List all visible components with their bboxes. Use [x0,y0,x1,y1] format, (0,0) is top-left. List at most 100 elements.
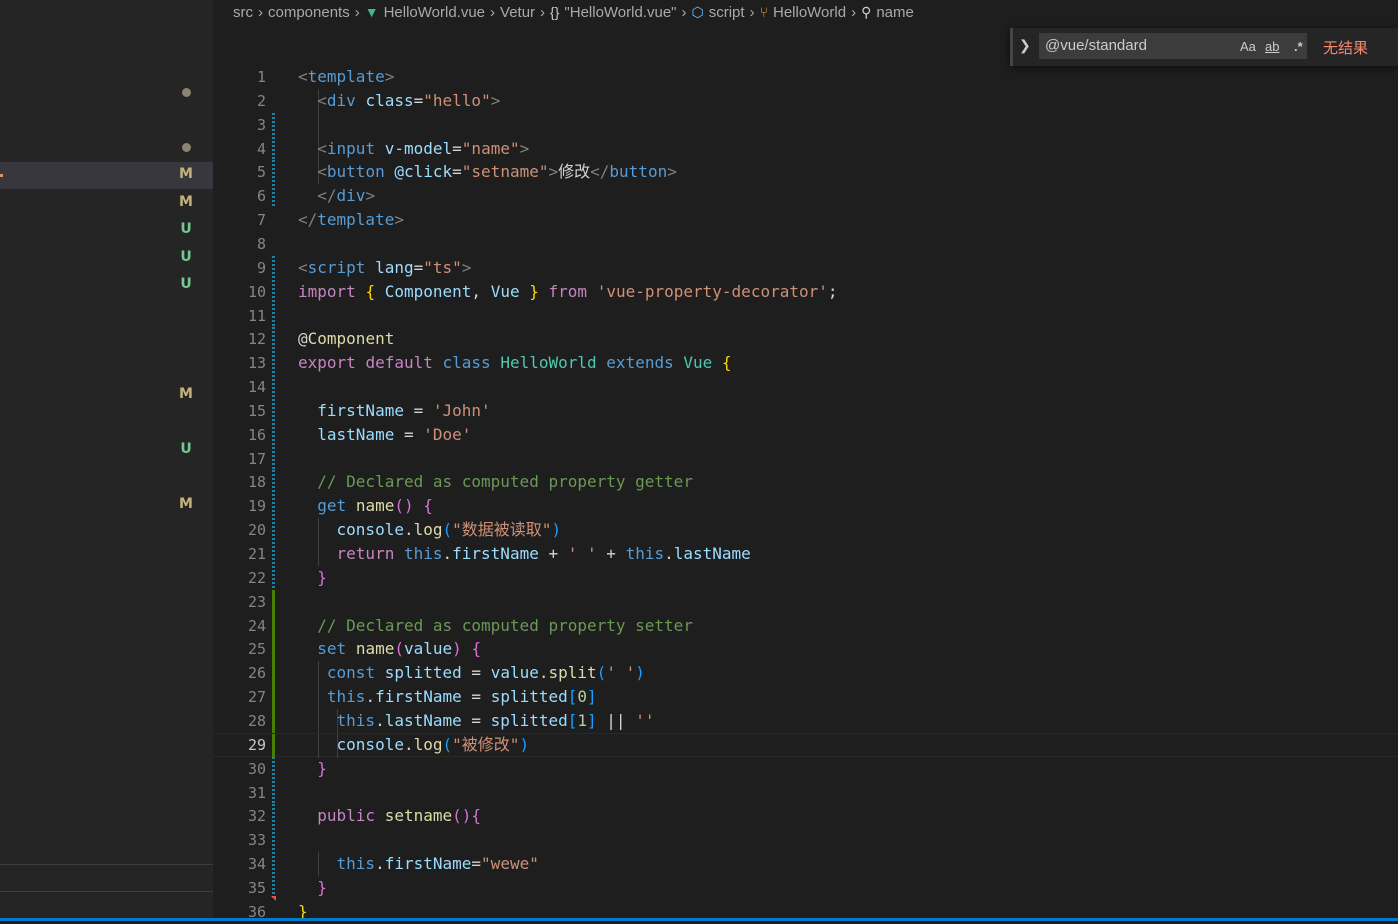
git-modified-indicator[interactable] [272,566,275,590]
git-added-indicator[interactable] [272,590,275,614]
code-line[interactable]: 5 <button @click="setname">修改</button> [213,160,1398,184]
git-added-indicator[interactable] [272,614,275,638]
code-line[interactable]: 3 [213,113,1398,137]
git-added-indicator[interactable] [272,734,275,758]
git-modified-indicator[interactable] [272,184,275,208]
code-token: < [298,258,308,277]
code-line[interactable]: 12 @Component [213,327,1398,351]
line-number: 26 [247,664,266,682]
git-added-indicator[interactable] [272,637,275,661]
code-line[interactable]: 23 [213,590,1398,614]
git-modified-indicator[interactable] [272,137,275,161]
code-line[interactable]: 22 } [213,566,1398,590]
regex-icon[interactable]: .* [1294,39,1303,54]
breadcrumb-label: src [233,3,253,21]
git-added-indicator[interactable] [272,685,275,709]
git-modified-indicator[interactable] [272,304,275,328]
code-line[interactable]: 30 } [213,757,1398,781]
breadcrumb-item[interactable]: ▼ HelloWorld.vue [365,4,485,21]
code-line[interactable]: 21 return this.firstName + ' ' + this.la… [213,542,1398,566]
toggle-replace-chevron-icon[interactable]: ❯ [1019,37,1031,54]
code-token: > [365,186,376,205]
git-modified-indicator[interactable] [272,494,275,518]
git-modified-indicator[interactable] [272,375,275,399]
breadcrumb-item[interactable]: ⑂ HelloWorld [760,4,847,21]
git-modified-indicator[interactable] [272,423,275,447]
code-token: ] [587,687,597,706]
code-line[interactable]: 18 // Declared as computed property gett… [213,470,1398,494]
sidebar-status-dot [182,143,191,152]
code-line[interactable]: 28 this.lastName = splitted[1] || '' [213,709,1398,733]
code-line[interactable]: 17 [213,447,1398,471]
git-modified-indicator[interactable] [272,804,275,828]
code-token: "name" [461,139,520,158]
code-line[interactable]: 19 get name() { [213,494,1398,518]
git-modified-indicator[interactable] [272,828,275,852]
code-line[interactable]: 15 firstName = 'John' [213,399,1398,423]
git-modified-indicator[interactable] [272,399,275,423]
git-modified-indicator[interactable] [272,280,275,304]
git-modified-indicator[interactable] [272,542,275,566]
code-line[interactable]: 11 [213,304,1398,328]
code-line[interactable]: 34 this.firstName="wewe" [213,852,1398,876]
git-modified-indicator[interactable] [272,447,275,471]
code-line[interactable]: 16 lastName = 'Doe' [213,423,1398,447]
code-line[interactable]: 25 set name(value) { [213,637,1398,661]
breadcrumb-item[interactable]: {} "HelloWorld.vue" [550,4,676,21]
git-modified-indicator[interactable] [272,518,275,542]
breadcrumb-item[interactable]: Vetur [500,4,535,21]
code-line[interactable]: 26 const splitted = value.split(' ') [213,661,1398,685]
code-text: console.log("数据被读取") [298,518,562,542]
code-line[interactable]: 29 console.log("被修改") [213,733,1398,758]
code-line[interactable]: 33 [213,828,1398,852]
git-deleted-indicator[interactable] [271,896,276,901]
code-line[interactable]: 6 </div> [213,184,1398,208]
code-text: console.log("被修改") [298,733,530,757]
git-modified-indicator[interactable] [272,757,275,781]
git-modified-indicator[interactable] [272,781,275,805]
breadcrumb-item[interactable]: ⚲ name [861,4,914,21]
code-line[interactable]: 8 [213,232,1398,256]
code-token: ) [452,639,462,658]
line-number: 18 [247,473,266,491]
code-line[interactable]: 1 <template> [213,65,1398,89]
git-modified-indicator[interactable] [272,327,275,351]
match-case-icon[interactable]: Aa [1240,39,1256,54]
code-token: > [490,91,501,110]
code-line[interactable]: 14 [213,375,1398,399]
code-line[interactable]: 2 <div class="hello"> [213,89,1398,113]
line-number: 29 [247,736,266,754]
git-modified-indicator[interactable] [272,351,275,375]
code-text: <script lang="ts"> [298,256,471,280]
code-editor[interactable]: 1 <template> 2 <div class="hello"> 3 4 <inpu… [213,60,1398,921]
code-line[interactable]: 10 import { Component, Vue } from 'vue-pr… [213,280,1398,304]
code-text: // Declared as computed property setter [298,614,693,638]
code-token: lastName [673,544,751,563]
git-added-indicator[interactable] [272,709,275,733]
code-line[interactable]: 32 public setname(){ [213,804,1398,828]
code-line[interactable]: 31 [213,781,1398,805]
breadcrumb-item[interactable]: components [268,4,350,21]
code-line[interactable]: 35 } [213,876,1398,900]
code-line[interactable]: 4 <input v-model="name"> [213,137,1398,161]
git-modified-indicator[interactable] [272,160,275,184]
code-line[interactable]: 24 // Declared as computed property sett… [213,614,1398,638]
code-text: const splitted = value.split(' ') [298,661,645,685]
breadcrumb-item[interactable]: src [233,4,253,21]
git-modified-indicator[interactable] [272,113,275,137]
code-text: <button @click="setname">修改</button> [298,160,677,184]
breadcrumb-item[interactable]: ⬡ script [692,4,745,21]
code-line[interactable]: 13 export default class HelloWorld extend… [213,351,1398,375]
code-line[interactable]: 20 console.log("数据被读取") [213,518,1398,542]
git-modified-indicator[interactable] [272,256,275,280]
code-line[interactable]: 7 </template> [213,208,1398,232]
git-modified-indicator[interactable] [272,470,275,494]
git-modified-indicator[interactable] [272,852,275,876]
line-number: 6 [256,187,266,205]
code-line[interactable]: 9 <script lang="ts"> [213,256,1398,280]
git-added-indicator[interactable] [272,661,275,685]
breadcrumb-label: name [876,3,914,21]
whole-word-icon[interactable]: ab [1265,39,1279,54]
code-line[interactable]: 27 this.firstName = splitted[0] [213,685,1398,709]
